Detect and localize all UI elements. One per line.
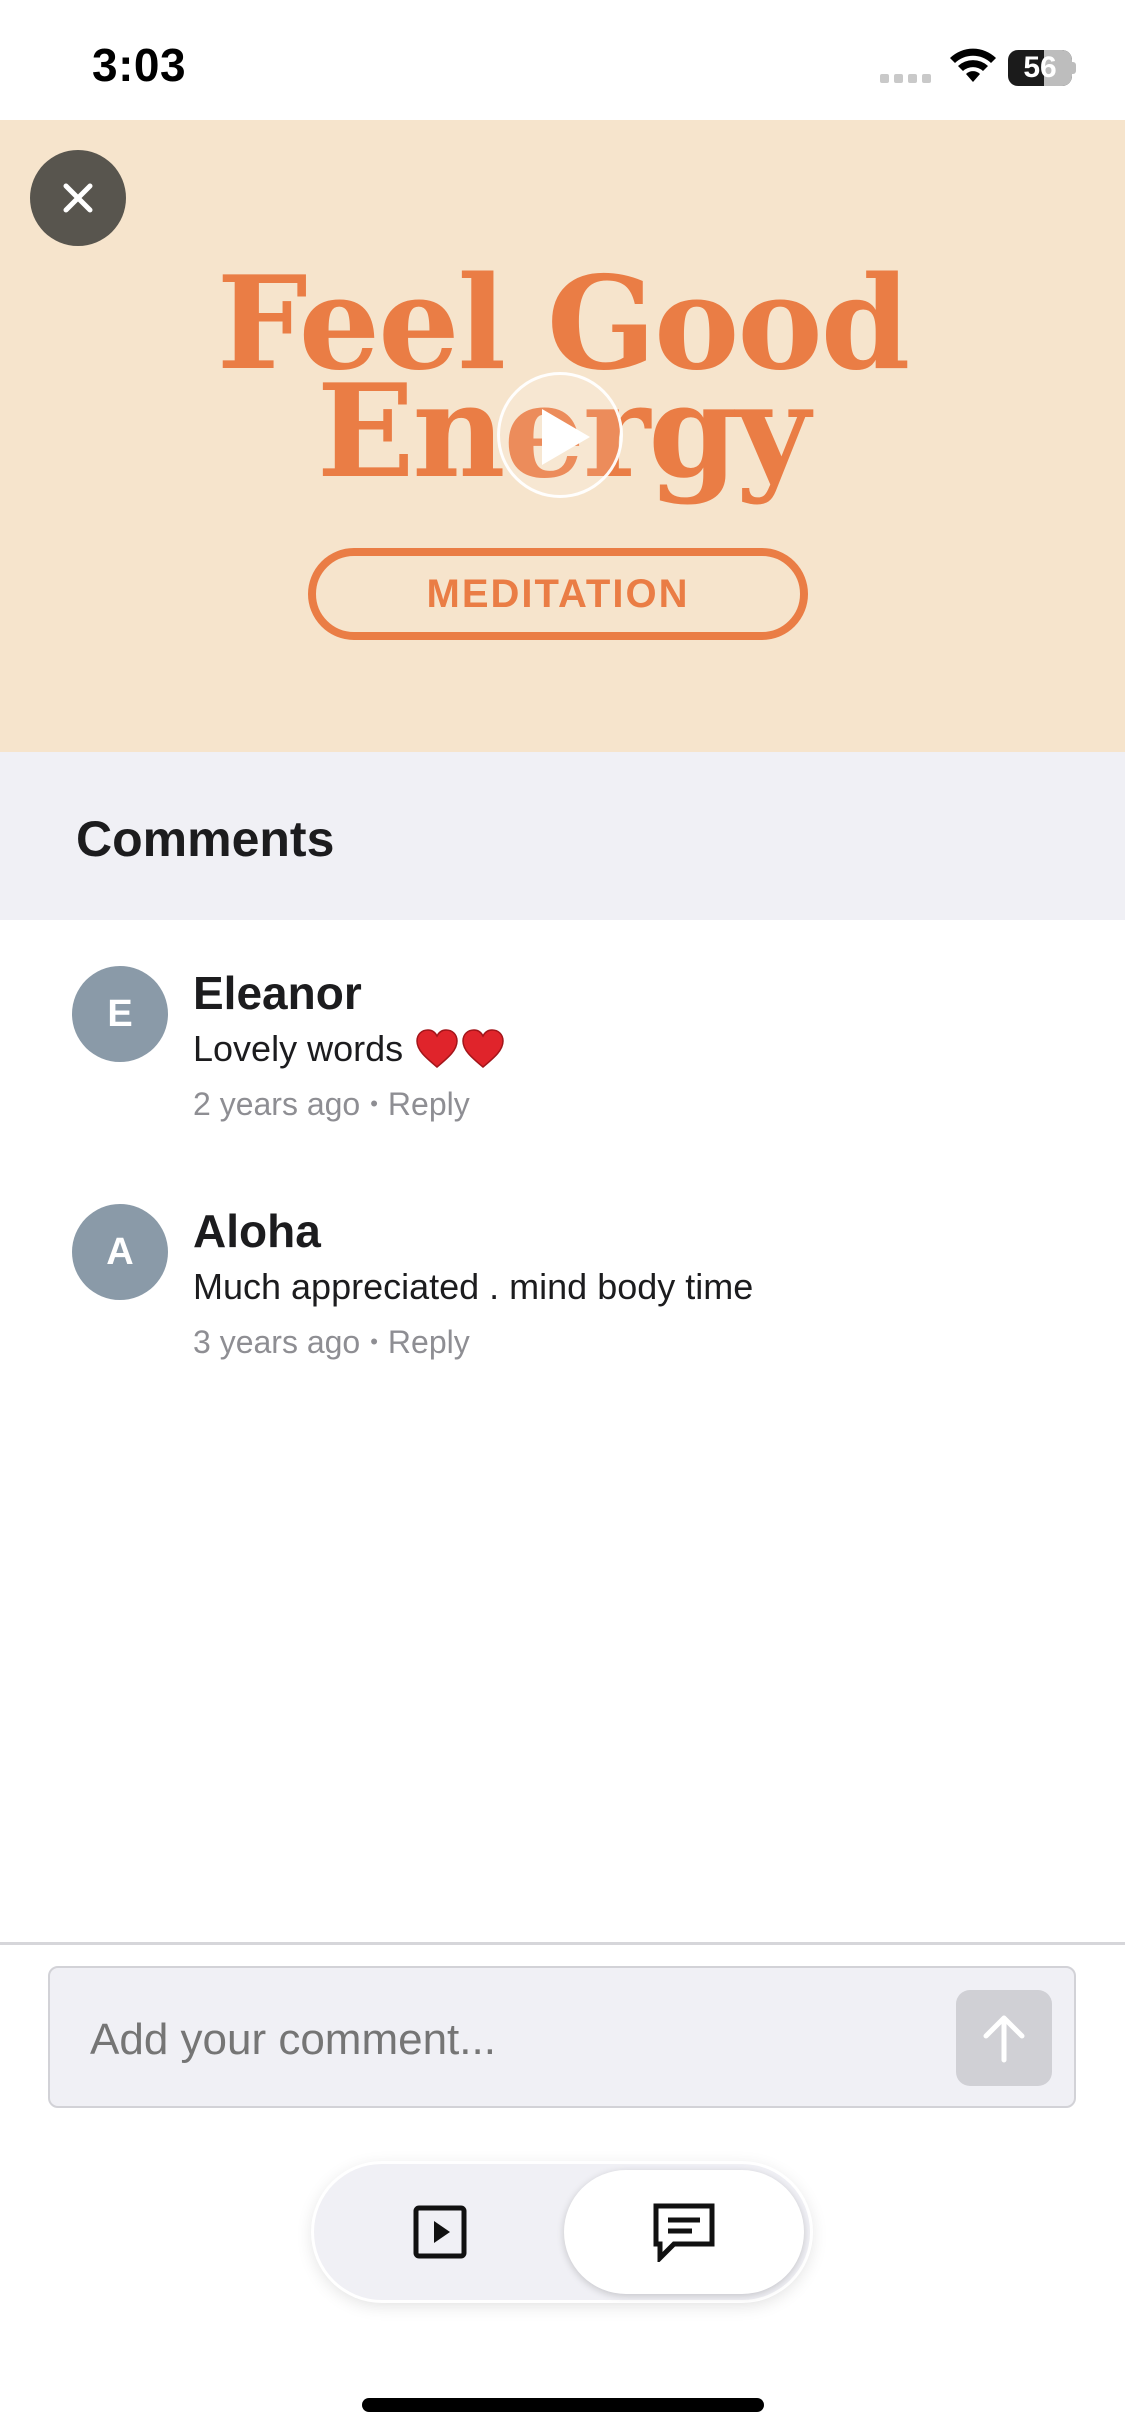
comments-title: Comments (76, 811, 335, 867)
reply-button[interactable]: Reply (388, 1086, 470, 1122)
tab-video[interactable] (320, 2170, 560, 2294)
status-time: 3:03 (92, 39, 187, 91)
video-player[interactable]: Feel Good Energy MEDITATION (0, 120, 1125, 752)
send-button[interactable] (956, 1990, 1052, 2086)
wifi-icon (950, 48, 996, 82)
comment-text: Lovely words (193, 1028, 404, 1069)
tab-comments[interactable] (564, 2170, 804, 2294)
reply-button[interactable]: Reply (388, 1324, 470, 1360)
comment-age: 3 years ago (193, 1324, 361, 1360)
view-toggle (314, 2164, 810, 2300)
comment-composer (48, 1966, 1076, 2112)
heart-icon (462, 1029, 504, 1068)
avatar[interactable]: A (72, 1204, 168, 1300)
play-button[interactable] (497, 372, 623, 498)
close-icon (63, 183, 93, 213)
battery-icon: 56 (1008, 50, 1076, 86)
hero-pill-label: MEDITATION (308, 548, 808, 640)
comment-item: E Eleanor Lovely words 2 years ago • Reply (0, 966, 1125, 1166)
separator-dot: • (370, 1329, 378, 1354)
play-icon (542, 409, 590, 465)
comment-author[interactable]: Aloha (193, 1204, 321, 1258)
comment-body: Lovely words (193, 1028, 505, 1070)
comment-input[interactable] (88, 1968, 952, 2112)
comment-author[interactable]: Eleanor (193, 966, 362, 1020)
comment-meta: 3 years ago • Reply (193, 1324, 470, 1361)
avatar[interactable]: E (72, 966, 168, 1062)
arrow-up-icon (983, 2015, 1025, 2063)
comment-text: Much appreciated . mind body time (193, 1266, 754, 1307)
comments-header: Comments (0, 752, 1125, 920)
comments-icon (653, 2203, 715, 2262)
cellular-signal-icon (880, 74, 931, 83)
comment-age: 2 years ago (193, 1086, 361, 1122)
comment-body: Much appreciated . mind body time (193, 1266, 753, 1308)
video-icon (413, 2205, 467, 2259)
battery-level: 56 (1023, 51, 1057, 84)
divider (0, 1942, 1125, 1945)
home-indicator (362, 2398, 764, 2412)
close-button[interactable] (30, 150, 126, 246)
heart-icon (416, 1029, 458, 1068)
comment-item: A Aloha Much appreciated . mind body tim… (0, 1204, 1125, 1404)
separator-dot: • (370, 1091, 378, 1116)
hearts-emoji (415, 1029, 505, 1069)
status-bar: 3:03 56 (0, 0, 1125, 120)
comment-meta: 2 years ago • Reply (193, 1086, 470, 1123)
